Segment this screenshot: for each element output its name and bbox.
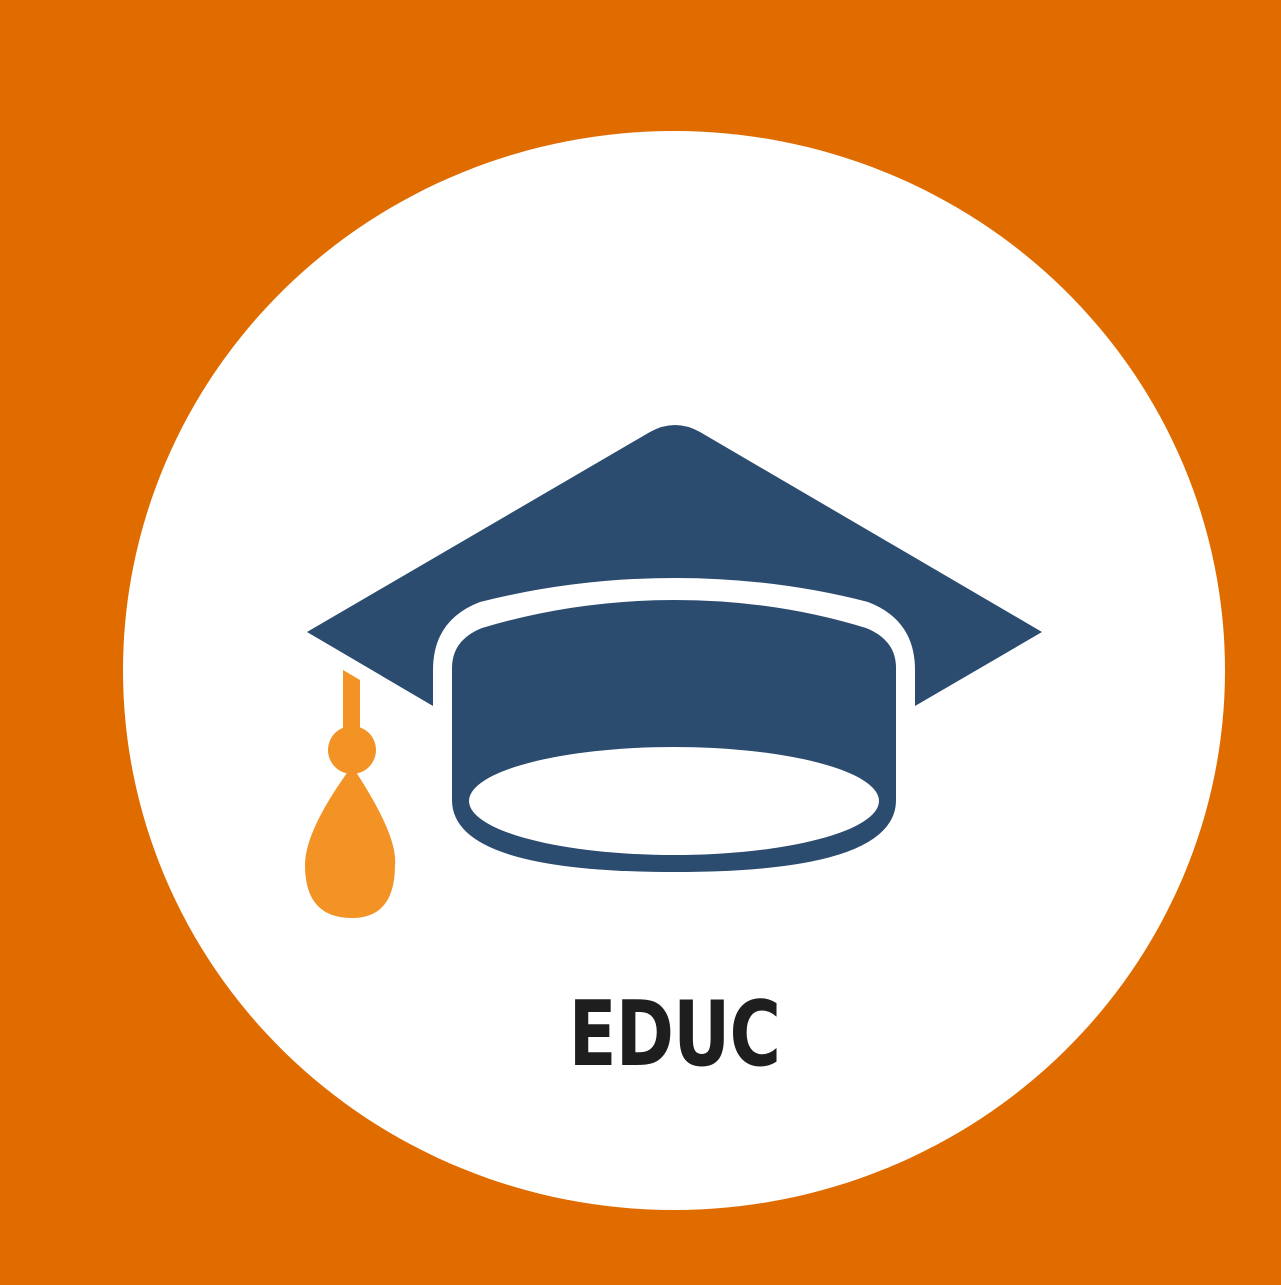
- graduation-cap-icon: [305, 425, 1042, 918]
- tassel: [305, 670, 396, 918]
- cap-crown: [452, 600, 896, 872]
- cap-opening: [469, 747, 879, 855]
- logo-label: EDUC: [568, 982, 781, 1087]
